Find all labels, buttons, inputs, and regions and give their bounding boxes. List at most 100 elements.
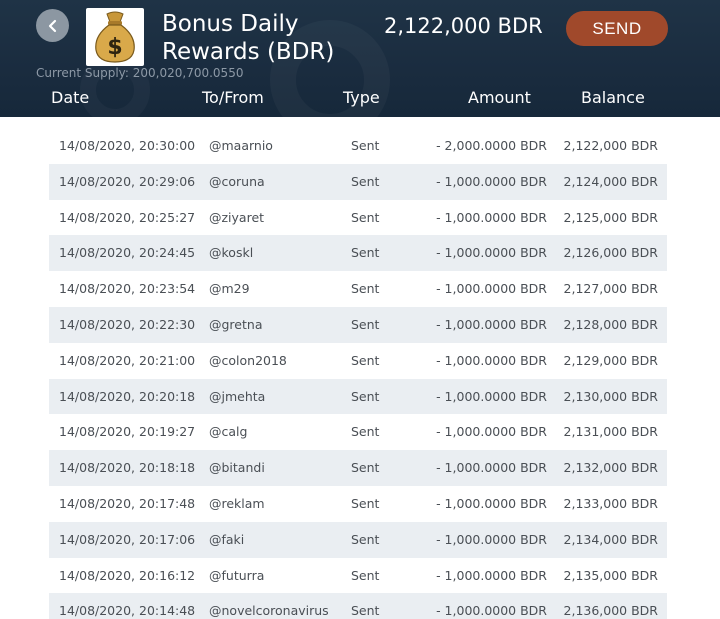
- cell-amount: - 1,000.0000 BDR: [436, 603, 547, 619]
- cell-balance: 2,126,000 BDR: [563, 245, 658, 261]
- cell-date: 14/08/2020, 20:17:06: [59, 531, 196, 547]
- send-button[interactable]: SEND: [566, 11, 668, 46]
- cell-date: 14/08/2020, 20:16:12: [59, 567, 196, 583]
- svg-text:$: $: [107, 35, 122, 60]
- cell-to-from: @bitandi: [209, 460, 265, 476]
- cell-to-from: @jmehta: [209, 388, 266, 404]
- cell-balance: 2,135,000 BDR: [563, 567, 658, 583]
- cell-balance: 2,134,000 BDR: [563, 531, 658, 547]
- cell-type: Sent: [351, 388, 380, 404]
- cell-to-from: @m29: [209, 281, 250, 297]
- cell-balance: 2,136,000 BDR: [563, 603, 658, 619]
- cell-amount: - 2,000.0000 BDR: [436, 138, 547, 153]
- cell-amount: - 1,000.0000 BDR: [436, 460, 547, 476]
- cell-to-from: @faki: [209, 531, 245, 547]
- cell-date: 14/08/2020, 20:14:48: [59, 603, 196, 619]
- token-balance: 2,122,000 BDR: [384, 14, 543, 38]
- cell-date: 14/08/2020, 20:17:48: [59, 495, 196, 511]
- cell-date: 14/08/2020, 20:22:30: [59, 316, 196, 332]
- token-name-line2: Rewards (BDR): [162, 39, 335, 65]
- cell-to-from: @gretna: [209, 316, 263, 332]
- cell-type: Sent: [351, 138, 380, 153]
- cell-date: 14/08/2020, 20:25:27: [59, 209, 196, 225]
- cell-to-from: @colon2018: [209, 352, 287, 368]
- money-bag-icon: $: [95, 11, 135, 63]
- cell-balance: 2,132,000 BDR: [563, 460, 658, 476]
- cell-amount: - 1,000.0000 BDR: [436, 567, 547, 583]
- column-header-balance: Balance: [581, 88, 645, 107]
- table-row[interactable]: 14/08/2020, 20:14:48 @novelcoronavirus Sen…: [49, 593, 667, 619]
- table-row[interactable]: 14/08/2020, 20:19:27 @calg Sent - 1,000.000…: [49, 414, 667, 450]
- column-header-date: Date: [51, 88, 90, 107]
- cell-balance: 2,124,000 BDR: [563, 173, 658, 189]
- cell-to-from: @reklam: [209, 495, 265, 511]
- token-name-line1: Bonus Daily: [162, 11, 299, 37]
- table-row[interactable]: 14/08/2020, 20:17:48 @reklam Sent - 1,000.0…: [49, 486, 667, 522]
- cell-type: Sent: [351, 209, 380, 225]
- chevron-left-icon: [48, 19, 56, 32]
- cell-date: 14/08/2020, 20:24:45: [59, 245, 196, 261]
- cell-type: Sent: [351, 316, 380, 332]
- cell-balance: 2,128,000 BDR: [563, 316, 658, 332]
- cell-to-from: @koskl: [209, 245, 254, 261]
- table-row[interactable]: 14/08/2020, 20:29:06 @coruna Sent - 1,000.0…: [49, 163, 667, 200]
- cell-amount: - 1,000.0000 BDR: [436, 352, 547, 368]
- cell-amount: - 1,000.0000 BDR: [436, 209, 547, 225]
- cell-balance: 2,131,000 BDR: [563, 424, 658, 440]
- table-row[interactable]: 14/08/2020, 20:21:00 @colon2018 Sent - 1,00…: [49, 343, 667, 379]
- cell-amount: - 1,000.0000 BDR: [436, 388, 547, 404]
- cell-type: Sent: [351, 531, 380, 547]
- cell-to-from: @novelcoronavirus: [209, 603, 329, 619]
- token-header: $ Bonus Daily Rewards (BDR) 2,122,000 BD…: [0, 0, 720, 117]
- cell-amount: - 1,000.0000 BDR: [436, 281, 547, 297]
- cell-date: 14/08/2020, 20:30:00: [59, 138, 196, 153]
- table-header: Date To/From Type Amount Balance: [0, 86, 720, 112]
- cell-balance: 2,133,000 BDR: [563, 495, 658, 511]
- cell-amount: - 1,000.0000 BDR: [436, 495, 547, 511]
- cell-date: 14/08/2020, 20:20:18: [59, 388, 196, 404]
- cell-amount: - 1,000.0000 BDR: [436, 173, 547, 189]
- cell-type: Sent: [351, 245, 380, 261]
- cell-date: 14/08/2020, 20:23:54: [59, 281, 196, 297]
- cell-amount: - 1,000.0000 BDR: [436, 531, 547, 547]
- cell-type: Sent: [351, 352, 380, 368]
- cell-type: Sent: [351, 460, 380, 476]
- cell-balance: 2,122,000 BDR: [563, 138, 658, 153]
- column-header-type: Type: [343, 88, 380, 107]
- cell-to-from: @futurra: [209, 567, 265, 583]
- table-row[interactable]: 14/08/2020, 20:18:18 @bitandi Sent - 1,000.…: [49, 450, 667, 486]
- table-row[interactable]: 14/08/2020, 20:24:45 @koskl Sent - 1,000.00…: [49, 235, 667, 272]
- cell-type: Sent: [351, 495, 380, 511]
- cell-to-from: @maarnio: [209, 138, 273, 153]
- cell-amount: - 1,000.0000 BDR: [436, 316, 547, 332]
- cell-balance: 2,130,000 BDR: [563, 388, 658, 404]
- cell-balance: 2,125,000 BDR: [563, 209, 658, 225]
- transaction-list[interactable]: 14/08/2020, 20:30:00 @maarnio Sent - 2,000.…: [49, 128, 667, 619]
- table-row[interactable]: 14/08/2020, 20:23:54 @m29 Sent - 1,000.0000…: [49, 271, 667, 307]
- cell-date: 14/08/2020, 20:21:00: [59, 352, 196, 368]
- column-header-amount: Amount: [468, 88, 531, 107]
- cell-amount: - 1,000.0000 BDR: [436, 424, 547, 440]
- current-supply: Current Supply: 200,020,700.0550: [36, 66, 244, 80]
- cell-type: Sent: [351, 173, 380, 189]
- table-row[interactable]: 14/08/2020, 20:30:00 @maarnio Sent - 2,000.…: [49, 128, 667, 164]
- cell-to-from: @coruna: [209, 173, 265, 189]
- table-row[interactable]: 14/08/2020, 20:20:18 @jmehta Sent - 1,000.0…: [49, 378, 667, 415]
- table-row[interactable]: 14/08/2020, 20:17:06 @faki Sent - 1,000.000…: [49, 521, 667, 558]
- back-button[interactable]: [36, 9, 69, 42]
- cell-type: Sent: [351, 603, 380, 619]
- cell-date: 14/08/2020, 20:18:18: [59, 460, 196, 476]
- cell-type: Sent: [351, 424, 380, 440]
- cell-to-from: @ziyaret: [209, 209, 265, 225]
- cell-date: 14/08/2020, 20:19:27: [59, 424, 196, 440]
- cell-date: 14/08/2020, 20:29:06: [59, 173, 196, 189]
- table-row[interactable]: 14/08/2020, 20:25:27 @ziyaret Sent - 1,000.…: [49, 200, 667, 236]
- cell-to-from: @calg: [209, 424, 248, 440]
- cell-type: Sent: [351, 567, 380, 583]
- column-header-to-from: To/From: [202, 88, 264, 107]
- cell-balance: 2,127,000 BDR: [563, 281, 658, 297]
- cell-amount: - 1,000.0000 BDR: [436, 245, 547, 261]
- token-logo: $: [86, 8, 144, 66]
- table-row[interactable]: 14/08/2020, 20:22:30 @gretna Sent - 1,000.0…: [49, 306, 667, 343]
- table-row[interactable]: 14/08/2020, 20:16:12 @futurra Sent - 1,000.…: [49, 558, 667, 594]
